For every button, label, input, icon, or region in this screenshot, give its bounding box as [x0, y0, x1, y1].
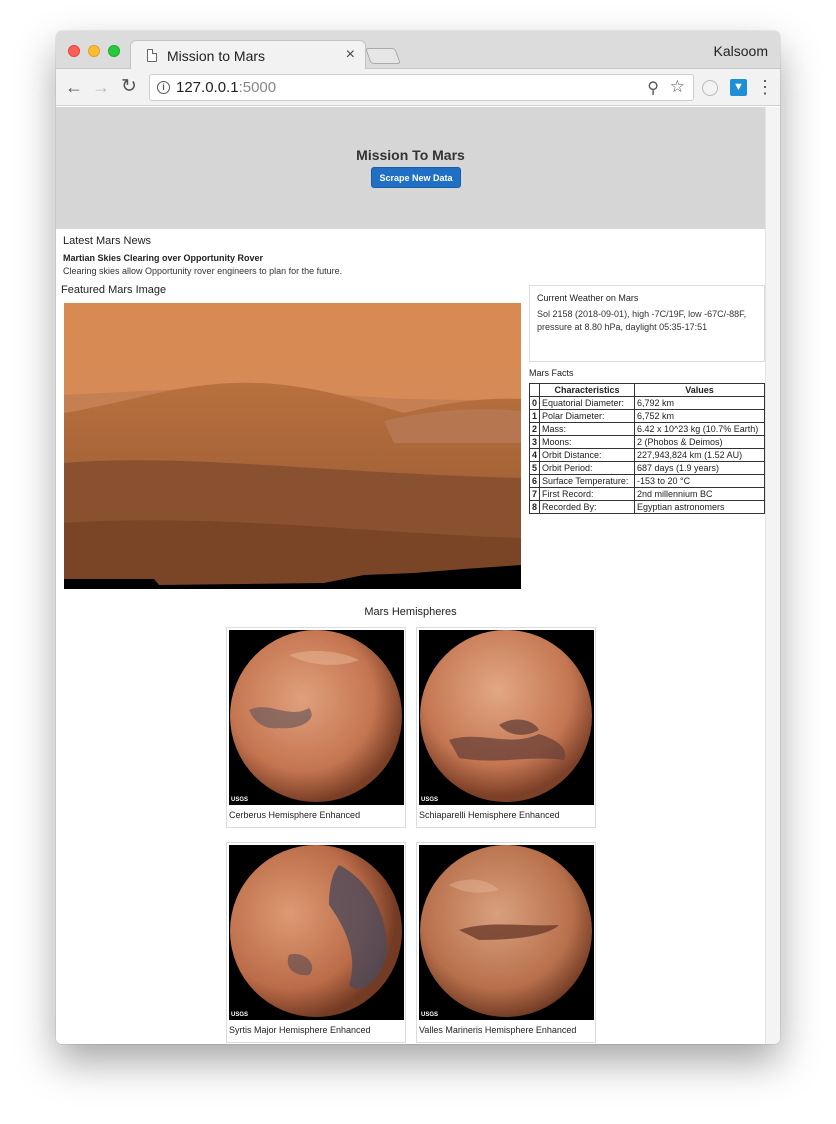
- row-index: 7: [528, 487, 541, 501]
- browser-window: Mission to Mars × Kalsoom ← → ↻ i 127.0.…: [56, 31, 780, 1044]
- hemisphere-card-syrtis-major: USGS Syrtis Major Hemisphere Enhanced: [226, 842, 406, 1043]
- page-title: Mission To Mars: [356, 147, 465, 163]
- extension-shield-icon[interactable]: ▼: [730, 79, 747, 96]
- characteristic-cell: Mass:: [539, 422, 636, 436]
- address-bar[interactable]: i 127.0.0.1:5000 ⚲ ☆: [149, 74, 694, 101]
- news-heading: Latest Mars News: [63, 235, 152, 247]
- characteristic-cell: Orbit Distance:: [539, 448, 636, 462]
- usgs-logo: USGS: [231, 797, 249, 803]
- page-icon: [147, 49, 157, 62]
- value-cell: -153 to 20 °C: [634, 474, 765, 488]
- hemisphere-card-cerberus: USGS Cerberus Hemisphere Enhanced: [226, 627, 406, 828]
- extension-icon[interactable]: [702, 80, 718, 96]
- hemispheres-heading: Mars Hemispheres: [364, 606, 457, 618]
- value-cell: 2nd millennium BC: [634, 487, 765, 501]
- forward-arrow-icon[interactable]: →: [92, 75, 110, 99]
- characteristic-cell: Polar Diameter:: [539, 409, 636, 423]
- usgs-logo: USGS: [421, 797, 439, 803]
- hemisphere-caption: Valles Marineris Hemisphere Enhanced: [419, 1025, 577, 1035]
- scrape-button[interactable]: Scrape New Data: [371, 167, 461, 188]
- hemisphere-image: USGS: [419, 630, 594, 805]
- value-cell: Egyptian astronomers: [634, 500, 765, 514]
- characteristic-cell: Equatorial Diameter:: [539, 396, 636, 410]
- table-row: 5 Orbit Period: 687 days (1.9 years): [528, 461, 765, 475]
- table-row: 1 Polar Diameter: 6,752 km: [528, 409, 765, 423]
- page-header: Mission To Mars Scrape New Data: [56, 107, 765, 229]
- hemisphere-caption: Syrtis Major Hemisphere Enhanced: [229, 1025, 371, 1035]
- page-viewport: Mission To Mars Scrape New Data Latest M…: [56, 107, 780, 1044]
- hemisphere-card-valles-marineris: USGS Valles Marineris Hemisphere Enhance…: [416, 842, 596, 1043]
- minimize-window-button[interactable]: [88, 45, 100, 57]
- featured-mars-image: [64, 303, 521, 589]
- row-index: 8: [528, 500, 541, 514]
- table-row: 2 Mass: 6.42 x 10^23 kg (10.7% Earth): [528, 422, 765, 436]
- value-cell: 6,792 km: [634, 396, 765, 410]
- reload-icon[interactable]: ↻: [121, 75, 137, 99]
- weather-text: Sol 2158 (2018-09-01), high -7C/19F, low…: [537, 309, 747, 332]
- weather-heading: Current Weather on Mars: [537, 293, 639, 303]
- index-header: [528, 383, 541, 397]
- usgs-logo: USGS: [231, 1012, 249, 1018]
- zoom-icon[interactable]: ⚲: [647, 78, 659, 98]
- row-index: 6: [528, 474, 541, 488]
- column-header: Characteristics: [539, 383, 636, 397]
- page-scrollbar[interactable]: [765, 107, 780, 1044]
- hemisphere-card-schiaparelli: USGS Schiaparelli Hemisphere Enhanced: [416, 627, 596, 828]
- column-header: Values: [634, 383, 765, 397]
- value-cell: 2 (Phobos & Deimos): [634, 435, 765, 449]
- table-row: 6 Surface Temperature: -153 to 20 °C: [528, 474, 765, 488]
- table-row: 0 Equatorial Diameter: 6,792 km: [528, 396, 765, 410]
- row-index: 0: [528, 396, 541, 410]
- table-header-row: Characteristics Values: [528, 383, 765, 397]
- info-icon[interactable]: i: [157, 81, 170, 94]
- facts-heading: Mars Facts: [529, 368, 574, 378]
- characteristic-cell: Recorded By:: [539, 500, 636, 514]
- browser-tab[interactable]: Mission to Mars ×: [130, 40, 366, 70]
- table-row: 7 First Record: 2nd millennium BC: [528, 487, 765, 501]
- characteristic-cell: Moons:: [539, 435, 636, 449]
- row-index: 3: [528, 435, 541, 449]
- url-text[interactable]: 127.0.0.1:5000: [176, 79, 276, 96]
- hemisphere-caption: Cerberus Hemisphere Enhanced: [229, 810, 361, 820]
- characteristic-cell: First Record:: [539, 487, 636, 501]
- value-cell: 227,943,824 km (1.52 AU): [634, 448, 765, 462]
- table-row: 3 Moons: 2 (Phobos & Deimos): [528, 435, 765, 449]
- news-title: Martian Skies Clearing over Opportunity …: [63, 253, 264, 263]
- title-bar: Mission to Mars × Kalsoom: [56, 31, 780, 70]
- featured-heading: Featured Mars Image: [61, 284, 167, 296]
- row-index: 5: [528, 461, 541, 475]
- value-cell: 6,752 km: [634, 409, 765, 423]
- browser-toolbar: ← → ↻ i 127.0.0.1:5000 ⚲ ☆ ▼ ⋮: [56, 69, 780, 106]
- weather-panel: Current Weather on Mars Sol 2158 (2018-0…: [529, 285, 765, 362]
- hemisphere-image: USGS: [229, 630, 404, 805]
- row-index: 2: [528, 422, 541, 436]
- row-index: 1: [528, 409, 541, 423]
- tab-close-icon[interactable]: ×: [346, 46, 355, 64]
- close-window-button[interactable]: [68, 45, 80, 57]
- hemisphere-image: USGS: [229, 845, 404, 1020]
- value-cell: 6.42 x 10^23 kg (10.7% Earth): [634, 422, 765, 436]
- usgs-logo: USGS: [421, 1012, 439, 1018]
- value-cell: 687 days (1.9 years): [634, 461, 765, 475]
- table-row: 4 Orbit Distance: 227,943,824 km (1.52 AU): [528, 448, 765, 462]
- maximize-window-button[interactable]: [108, 45, 120, 57]
- back-arrow-icon[interactable]: ←: [65, 75, 83, 99]
- more-menu-icon[interactable]: ⋮: [756, 76, 774, 98]
- table-row: 8 Recorded By: Egyptian astronomers: [528, 500, 765, 514]
- mars-facts-table: Characteristics Values 0 Equatorial Diame…: [528, 383, 765, 514]
- characteristic-cell: Surface Temperature:: [539, 474, 636, 488]
- profile-name[interactable]: Kalsoom: [714, 43, 768, 59]
- hemisphere-image: USGS: [419, 845, 594, 1020]
- bookmark-star-icon[interactable]: ☆: [670, 77, 685, 97]
- news-body: Clearing skies allow Opportunity rover e…: [63, 266, 343, 276]
- tab-title: Mission to Mars: [167, 48, 266, 64]
- row-index: 4: [528, 448, 541, 462]
- characteristic-cell: Orbit Period:: [539, 461, 636, 475]
- new-tab-button[interactable]: [365, 48, 401, 64]
- hemisphere-caption: Schiaparelli Hemisphere Enhanced: [419, 810, 560, 820]
